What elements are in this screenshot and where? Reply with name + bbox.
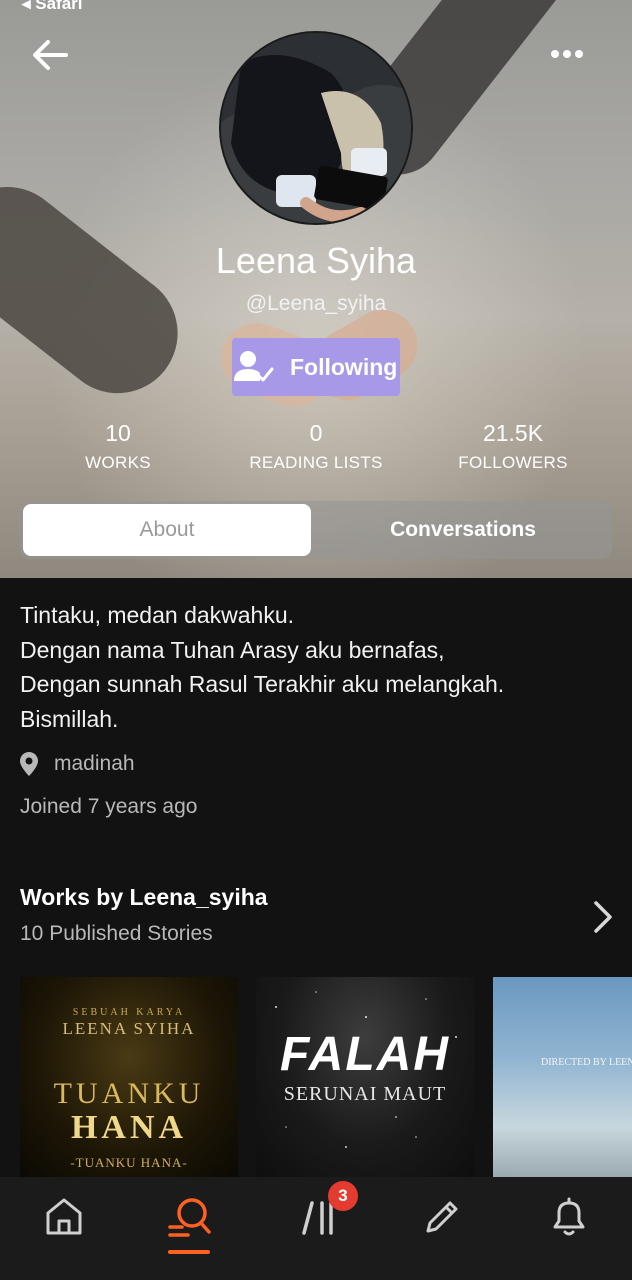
stat-reading-lists-value: 0 [309,420,323,446]
cover-author: LEENA SYIHA [62,1019,196,1038]
cover-footer: -TUANKU HANA- [70,1155,188,1170]
profile-handle: @Leena_syiha [245,292,387,315]
bio-line: Dengan sunnah Rasul Terakhir aku melangk… [20,671,505,697]
story-cover-third[interactable]: DIRECTED BY LEENA [493,977,632,1177]
stat-works[interactable]: 10 WORKS [28,420,208,473]
following-button[interactable]: Following [232,338,400,396]
chevron-right-icon[interactable] [588,898,616,936]
works-section-title[interactable]: Works by Leena_syiha [20,884,268,911]
stat-followers[interactable]: 21.5K FOLLOWERS [423,420,603,473]
write-icon[interactable] [420,1195,464,1239]
profile-name: Leena Syiha [215,240,417,281]
bio-line: Dengan nama Tuhan Arasy aku bernafas, [20,636,445,663]
stat-reading-lists-label: READING LISTS [249,453,383,472]
search-icon[interactable] [168,1195,212,1239]
cover-small-text: SEBUAH KARYA [72,1007,186,1018]
profile-location: madinah [20,752,135,776]
bottom-navigation [0,1177,632,1280]
user-check-icon [232,347,276,387]
stat-reading-lists[interactable]: 0 READING LISTS [226,420,406,473]
library-badge: 3 [328,1181,358,1211]
cover-credit: DIRECTED BY LEENA [541,1057,632,1068]
stat-works-value: 10 [105,420,131,446]
location-pin-icon [20,752,38,776]
notifications-icon[interactable] [547,1195,591,1239]
joined-date: Joined 7 years ago [20,795,198,818]
location-text: madinah [54,752,135,775]
stat-works-label: WORKS [85,453,151,472]
home-icon[interactable] [42,1195,86,1239]
cover-title-line1: TUANKU [53,1077,205,1110]
stat-followers-label: FOLLOWERS [458,453,568,472]
safari-back-link[interactable]: ◂ Safari [22,0,83,14]
following-button-label: Following [290,353,398,380]
profile-tabs: About Conversations [20,501,612,559]
cover-title-line2: HANA [70,1109,188,1146]
bio-line: Tintaku, medan dakwahku. [20,602,295,628]
active-tab-indicator [168,1250,210,1254]
story-cover-tuanku-hana[interactable]: SEBUAH KARYA LEENA SYIHA TUANKU HANA -TU… [20,977,238,1177]
stat-followers-value: 21.5K [482,420,544,446]
tab-conversations[interactable]: Conversations [317,504,609,556]
cover-title: FALAH [280,1028,450,1081]
cover-subtitle: SERUNAI MAUT [283,1083,447,1105]
more-options-icon[interactable] [548,44,588,64]
story-cover-falah[interactable]: FALAH SERUNAI MAUT [256,977,474,1177]
profile-bio: Tintaku, medan dakwahku. Dengan nama Tuh… [20,598,620,736]
back-arrow-icon[interactable] [30,36,72,74]
profile-header: ◂ Safari Leena Syiha @Leena_syiha Follow… [0,0,632,578]
avatar[interactable] [219,31,413,225]
works-section-subtitle: 10 Published Stories [20,922,213,945]
tab-about[interactable]: About [23,504,311,556]
bio-line: Bismillah. [20,705,119,732]
